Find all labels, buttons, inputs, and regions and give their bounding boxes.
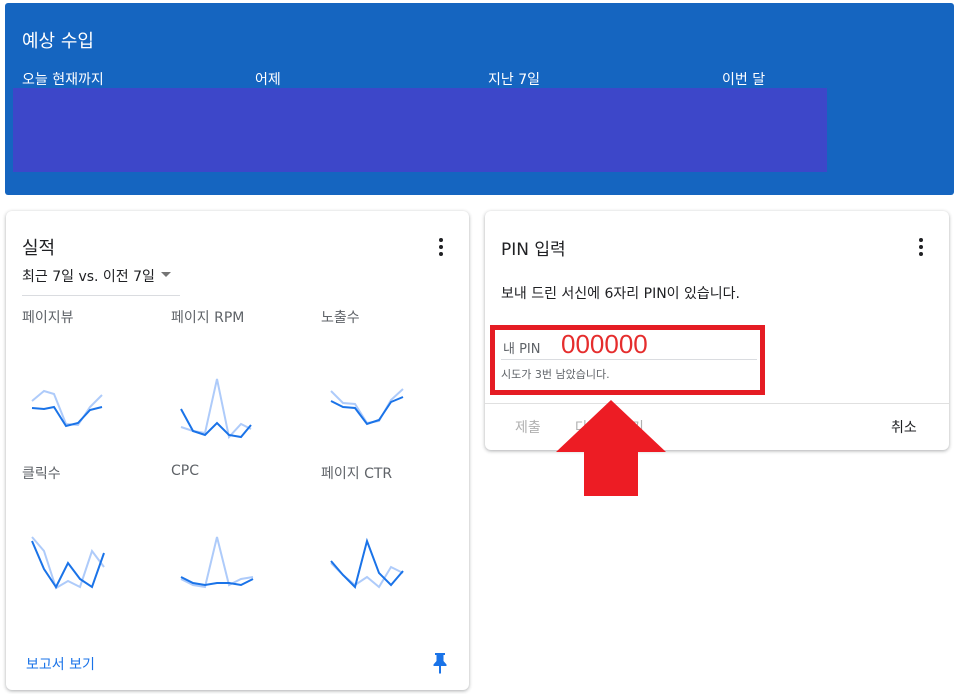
performance-more-icon[interactable] bbox=[429, 235, 453, 259]
metric-label: CPC bbox=[171, 463, 199, 479]
metric-cpc[interactable]: CPC bbox=[171, 463, 311, 613]
submit-button[interactable]: 제출 bbox=[515, 417, 541, 437]
performance-card: 실적 최근 7일 vs. 이전 7일 페이지뷰 페이지 RPM 노출수 클릭수 bbox=[6, 211, 469, 690]
metric-label: 페이지 CTR bbox=[321, 466, 393, 482]
dropdown-caret-icon bbox=[161, 272, 171, 277]
earnings-today-label: 오늘 현재까지 bbox=[22, 72, 104, 88]
date-range-select[interactable]: 최근 7일 vs. 이전 7일 bbox=[22, 266, 180, 296]
earnings-title: 예상 수입 bbox=[22, 31, 94, 52]
performance-title: 실적 bbox=[22, 238, 56, 259]
pin-highlight-box bbox=[490, 325, 765, 395]
earnings-yesterday-label: 어제 bbox=[255, 72, 281, 88]
pin-more-icon[interactable] bbox=[909, 235, 933, 259]
page-ctr-sparkline bbox=[330, 537, 404, 589]
metric-label: 클릭수 bbox=[22, 466, 61, 482]
pin-description: 보내 드린 서신에 6자리 PIN이 있습니다. bbox=[501, 286, 740, 302]
cancel-button[interactable]: 취소 bbox=[891, 417, 917, 437]
metric-pageviews[interactable]: 페이지뷰 bbox=[22, 307, 162, 457]
resend-button[interactable]: 다시 보내기 bbox=[575, 417, 644, 437]
sparkline-current bbox=[180, 408, 252, 439]
metric-label: 페이지뷰 bbox=[22, 310, 74, 326]
pageviews-sparkline bbox=[31, 389, 103, 428]
cpc-sparkline bbox=[180, 536, 254, 589]
earnings-month-label: 이번 달 bbox=[722, 72, 766, 88]
clicks-sparkline bbox=[31, 536, 105, 590]
sparkline-current bbox=[330, 537, 404, 589]
metric-page-ctr[interactable]: 페이지 CTR bbox=[321, 463, 461, 613]
metric-clicks[interactable]: 클릭수 bbox=[22, 463, 162, 613]
metric-page-rpm[interactable]: 페이지 RPM bbox=[171, 307, 311, 457]
redacted-earnings-values bbox=[13, 88, 827, 172]
pin-icon[interactable] bbox=[431, 652, 449, 674]
estimated-earnings-banner: 예상 수입 오늘 현재까지 어제 지난 7일 이번 달 bbox=[5, 3, 954, 195]
date-range-label: 최근 7일 vs. 이전 7일 bbox=[22, 269, 155, 285]
pin-entry-card: PIN 입력 보내 드린 서신에 6자리 PIN이 있습니다. 내 PIN 시도… bbox=[485, 211, 949, 450]
metric-label: 페이지 RPM bbox=[171, 310, 245, 326]
view-report-link[interactable]: 보고서 보기 bbox=[26, 654, 95, 674]
page-rpm-sparkline bbox=[180, 378, 252, 440]
metric-impressions[interactable]: 노출수 bbox=[321, 307, 461, 457]
earnings-last7-label: 지난 7일 bbox=[488, 72, 540, 88]
sparkline-previous bbox=[180, 536, 254, 589]
card-divider bbox=[485, 403, 949, 404]
metric-label: 노출수 bbox=[321, 310, 360, 326]
impressions-sparkline bbox=[330, 388, 404, 426]
pin-card-title: PIN 입력 bbox=[501, 240, 566, 260]
